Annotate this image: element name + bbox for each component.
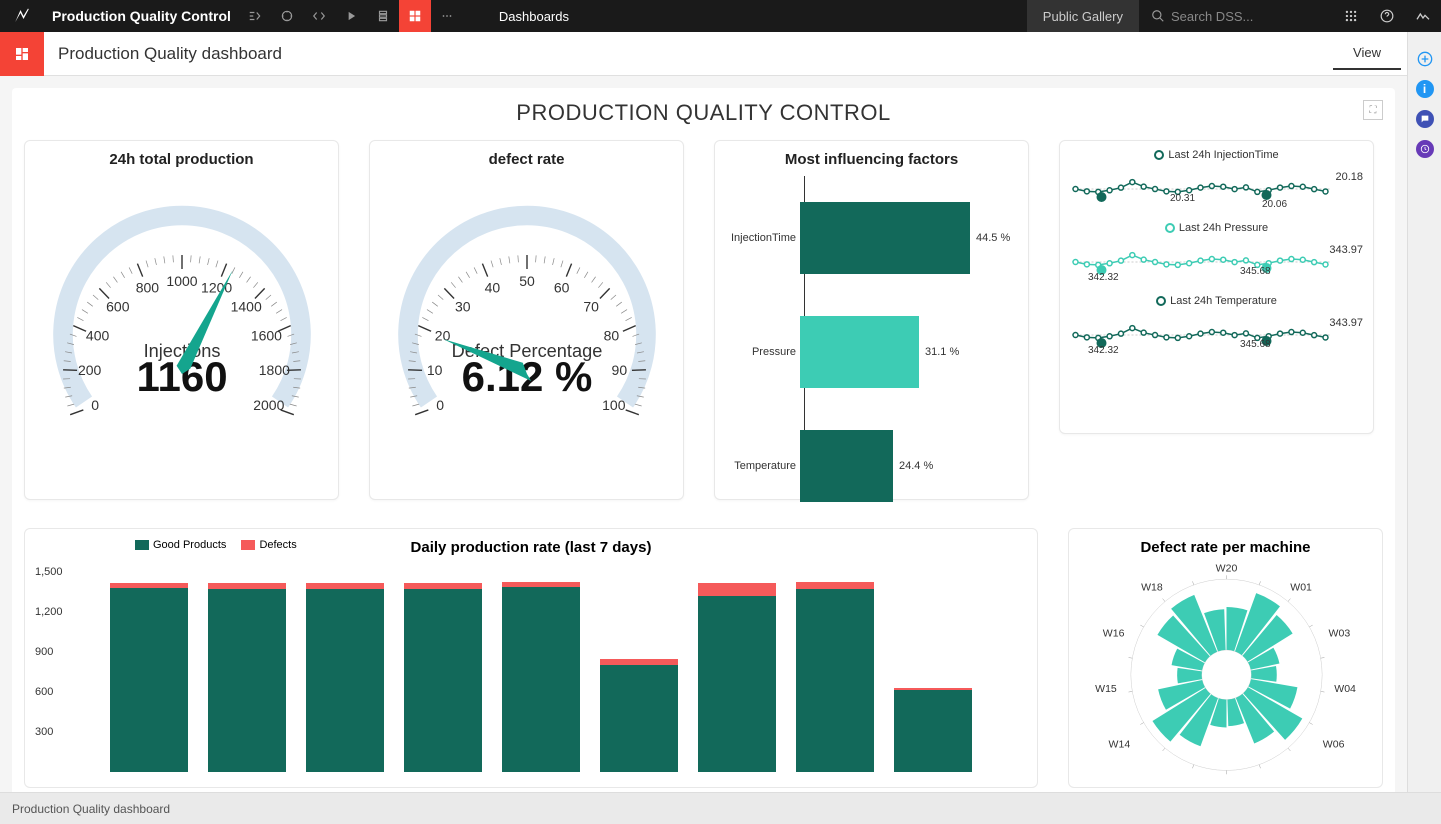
polar-chart: W20 W01 W03 W04 W06 W14 W15 W16 W18 — [1079, 560, 1374, 780]
footer-bar: Production Quality dashboard — [0, 792, 1441, 824]
main-content: PRODUCTION QUALITY CONTROL ⛶ 24h total p… — [0, 76, 1407, 792]
card-title: 24h total production — [35, 151, 328, 168]
nav-dashboards[interactable]: Dashboards — [483, 9, 585, 24]
svg-text:200: 200 — [77, 362, 101, 378]
dashboard-icon[interactable] — [399, 0, 431, 32]
bar-stack — [306, 583, 384, 772]
svg-text:0: 0 — [436, 397, 444, 413]
view-button[interactable]: View — [1333, 37, 1401, 70]
svg-text:W04: W04 — [1334, 683, 1356, 695]
svg-text:W18: W18 — [1141, 582, 1163, 594]
project-title[interactable]: Production Quality Control — [44, 8, 239, 24]
dashboard-title: Production Quality dashboard — [44, 44, 282, 64]
help-icon[interactable] — [1369, 0, 1405, 32]
svg-text:W15: W15 — [1095, 683, 1117, 695]
bar-stack — [698, 583, 776, 772]
factors-card: Most influencing factors InjectionTime 4… — [714, 140, 1029, 500]
svg-text:W16: W16 — [1103, 628, 1125, 640]
sparkline: Last 24h InjectionTime 20.18 20.3120.06 — [1070, 149, 1363, 216]
info-icon[interactable]: i — [1416, 80, 1434, 98]
svg-text:W01: W01 — [1290, 582, 1312, 594]
circle-icon[interactable] — [271, 0, 303, 32]
daily-legend: Good Products Defects — [135, 539, 309, 553]
apps-grid-icon[interactable] — [1333, 0, 1369, 32]
flow-icon[interactable] — [239, 0, 271, 32]
sparklines-card: Last 24h InjectionTime 20.18 20.3120.06 … — [1059, 140, 1374, 434]
factor-row: InjectionTime 44.5 % — [725, 202, 1018, 274]
cards-row-1: 24h total production 0200400600800100012… — [24, 140, 1383, 500]
svg-text:90: 90 — [611, 362, 627, 378]
svg-text:1400: 1400 — [230, 299, 261, 315]
svg-text:W03: W03 — [1329, 628, 1351, 640]
activity-icon[interactable] — [1405, 0, 1441, 32]
svg-text:30: 30 — [455, 299, 471, 315]
svg-text:80: 80 — [603, 328, 619, 344]
svg-text:70: 70 — [583, 299, 599, 315]
search-box[interactable] — [1139, 0, 1333, 32]
bar-stack — [208, 583, 286, 772]
svg-text:W14: W14 — [1109, 738, 1131, 750]
panel-title: PRODUCTION QUALITY CONTROL — [24, 100, 1383, 126]
gauge-defect-rate: defect rate 0102030405060708090100 Defec… — [369, 140, 684, 500]
sub-header: Production Quality dashboard View ← — [0, 32, 1441, 76]
cards-row-2: Good Products Defects Daily production r… — [24, 528, 1383, 788]
svg-text:1800: 1800 — [258, 362, 289, 378]
svg-text:60: 60 — [553, 280, 569, 296]
app-logo-icon[interactable] — [0, 0, 44, 32]
footer-text: Production Quality dashboard — [12, 802, 170, 816]
dashboard-panel: PRODUCTION QUALITY CONTROL ⛶ 24h total p… — [12, 88, 1395, 792]
svg-text:800: 800 — [135, 280, 159, 296]
svg-text:50: 50 — [519, 273, 535, 289]
bar-stack — [796, 582, 874, 772]
code-icon[interactable] — [303, 0, 335, 32]
svg-text:400: 400 — [85, 328, 109, 344]
factors-chart: InjectionTime 44.5 % Pressure 31.1 % Tem… — [725, 176, 1018, 486]
stack-icon[interactable] — [367, 0, 399, 32]
factor-row: Pressure 31.1 % — [725, 316, 1018, 388]
sparkline: Last 24h Temperature 343.97 342.32345.68 — [1070, 295, 1363, 362]
add-icon[interactable] — [1416, 50, 1434, 68]
top-toolbar: Production Quality Control Dashboards Pu… — [0, 0, 1441, 32]
svg-text:0: 0 — [91, 397, 99, 413]
svg-text:10: 10 — [426, 362, 442, 378]
bar-stack — [502, 582, 580, 772]
right-rail: i — [1407, 32, 1441, 824]
svg-text:1600: 1600 — [250, 328, 281, 344]
svg-text:600: 600 — [106, 299, 130, 315]
bar-stack — [894, 688, 972, 772]
more-icon[interactable] — [431, 0, 463, 32]
public-gallery-button[interactable]: Public Gallery — [1027, 0, 1139, 32]
bar-stack — [404, 583, 482, 772]
svg-text:40: 40 — [484, 280, 500, 296]
daily-production-card: Good Products Defects Daily production r… — [24, 528, 1038, 788]
svg-text:W20: W20 — [1216, 562, 1238, 574]
play-icon[interactable] — [335, 0, 367, 32]
card-title: Defect rate per machine — [1079, 539, 1372, 556]
card-title: defect rate — [380, 151, 673, 168]
search-icon — [1151, 9, 1165, 23]
svg-text:100: 100 — [602, 397, 626, 413]
gauge-total-production: 24h total production 0 200 400 600 800 100012… — [24, 140, 339, 500]
dashboard-square-icon[interactable] — [0, 32, 44, 76]
search-input[interactable] — [1171, 9, 1321, 24]
svg-text:1200: 1200 — [201, 280, 232, 296]
svg-text:2000: 2000 — [253, 397, 284, 413]
bar-stack — [110, 583, 188, 772]
polar-card: Defect rate per machine W20W01W03W04W06W… — [1068, 528, 1383, 788]
toolbar-icons — [239, 0, 463, 32]
card-title: Most influencing factors — [725, 151, 1018, 168]
svg-text:W06: W06 — [1323, 738, 1345, 750]
bar-stack — [600, 659, 678, 772]
chat-icon[interactable] — [1416, 110, 1434, 128]
svg-text:1000: 1000 — [166, 273, 197, 289]
factor-row: Temperature 24.4 % — [725, 430, 1018, 502]
expand-icon[interactable]: ⛶ — [1363, 100, 1383, 120]
sparkline: Last 24h Pressure 343.97 342.32345.68 — [1070, 222, 1363, 289]
history-icon[interactable] — [1416, 140, 1434, 158]
